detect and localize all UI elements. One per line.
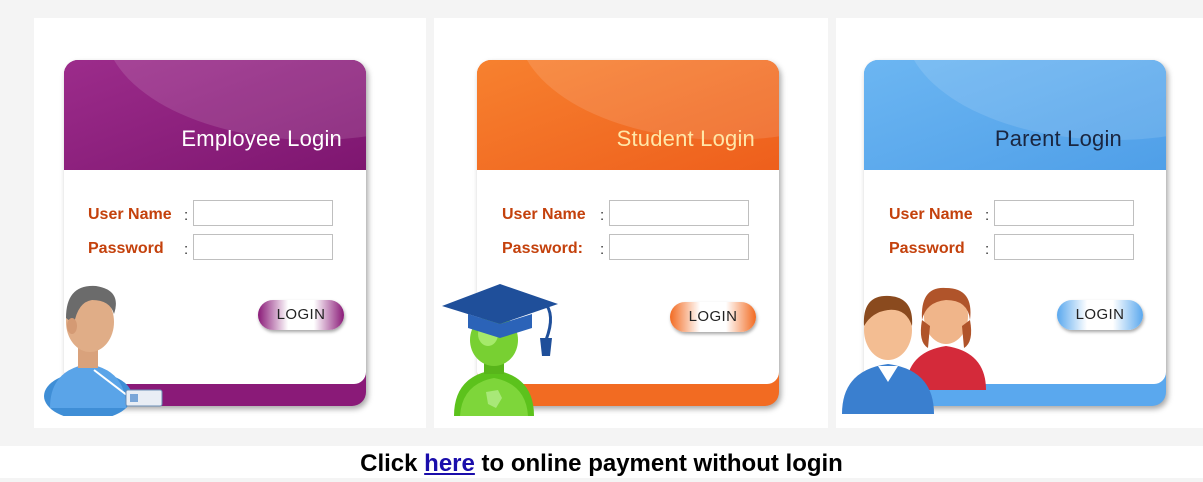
employee-card-header: Employee Login (64, 60, 366, 170)
student-username-label: User Name (502, 206, 586, 223)
parent-password-colon: : (985, 241, 990, 258)
student-password-label: Password: (502, 240, 583, 257)
employee-avatar-icon (44, 285, 163, 416)
parent-username-label: User Name (889, 206, 973, 223)
student-password-field[interactable] (609, 234, 749, 260)
footer-prefix-text: Click (360, 450, 425, 477)
student-login-title: Student Login (616, 126, 755, 151)
student-password-colon: : (600, 241, 605, 258)
employee-username-field[interactable] (193, 200, 333, 226)
employee-username-colon: : (184, 207, 189, 224)
student-card-header: Student Login (477, 60, 779, 170)
parent-username-field[interactable] (994, 200, 1134, 226)
student-login-button[interactable]: LOGIN (670, 302, 756, 332)
employee-login-button[interactable]: LOGIN (258, 300, 344, 330)
parent-card-header: Parent Login (864, 60, 1166, 170)
parents-icon (842, 287, 986, 414)
parent-password-label: Password (889, 240, 965, 257)
employee-password-colon: : (184, 241, 189, 258)
parent-username-colon: : (985, 207, 990, 224)
online-payment-footer: Click here to online payment without log… (0, 446, 1203, 478)
employee-password-label: Password (88, 240, 164, 257)
footer-suffix-text: to online payment without login (474, 450, 843, 477)
student-username-colon: : (600, 207, 605, 224)
parent-login-title: Parent Login (994, 126, 1122, 151)
online-payment-link[interactable]: here (424, 450, 475, 477)
student-graduate-icon (442, 284, 558, 416)
employee-username-label: User Name (88, 206, 172, 223)
student-username-field[interactable] (609, 200, 749, 226)
employee-login-title: Employee Login (181, 126, 342, 151)
employee-password-field[interactable] (193, 234, 333, 260)
parent-password-field[interactable] (994, 234, 1134, 260)
parent-login-button[interactable]: LOGIN (1057, 300, 1143, 330)
